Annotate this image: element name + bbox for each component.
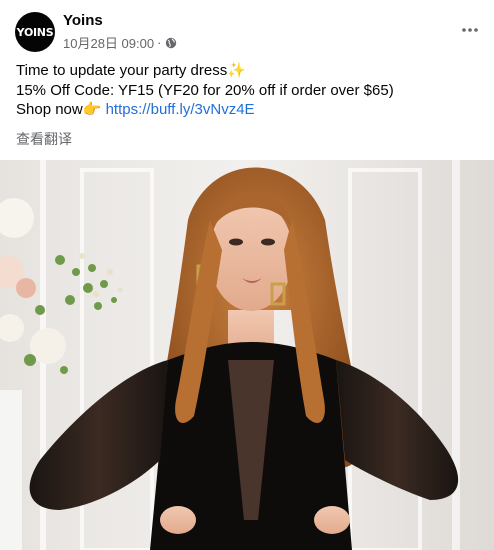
meta-separator: · — [157, 35, 162, 50]
photo-illustration — [0, 160, 494, 550]
post-link[interactable]: https://buff.ly/3vNvz4E — [106, 101, 255, 118]
globe-icon[interactable] — [165, 37, 177, 49]
see-translation-link[interactable]: 查看翻译 — [16, 129, 72, 149]
post-timestamp[interactable]: 10月28日 09:00 — [63, 33, 154, 52]
shop-now-text: Shop now — [16, 101, 83, 118]
post-header: YOINS Yoins 10月28日 09:00 · — [0, 0, 494, 60]
page-name-link[interactable]: Yoins — [63, 12, 103, 29]
post-text-line-1: Time to update your party dress✨ — [16, 61, 476, 81]
post-message: Time to update your party dress✨ 15% Off… — [16, 61, 476, 120]
post-text-line-2: 15% Off Code: YF15 (YF20 for 20% off if … — [16, 81, 394, 99]
post-meta: 10月28日 09:00 · — [63, 33, 177, 52]
sparkles-emoji: ✨ — [227, 62, 246, 79]
pointing-hand-emoji: 👉 — [82, 101, 102, 118]
more-options-button[interactable] — [458, 18, 482, 42]
more-horizontal-icon — [462, 28, 478, 32]
page-avatar[interactable]: YOINS — [15, 12, 55, 52]
post-photo[interactable] — [0, 160, 494, 550]
post-text-headline: Time to update your party dress — [16, 62, 228, 79]
avatar-logo-text: YOINS — [16, 25, 54, 39]
post-text-line-3: Shop now👉 https://buff.ly/3vNvz4E — [16, 100, 476, 120]
